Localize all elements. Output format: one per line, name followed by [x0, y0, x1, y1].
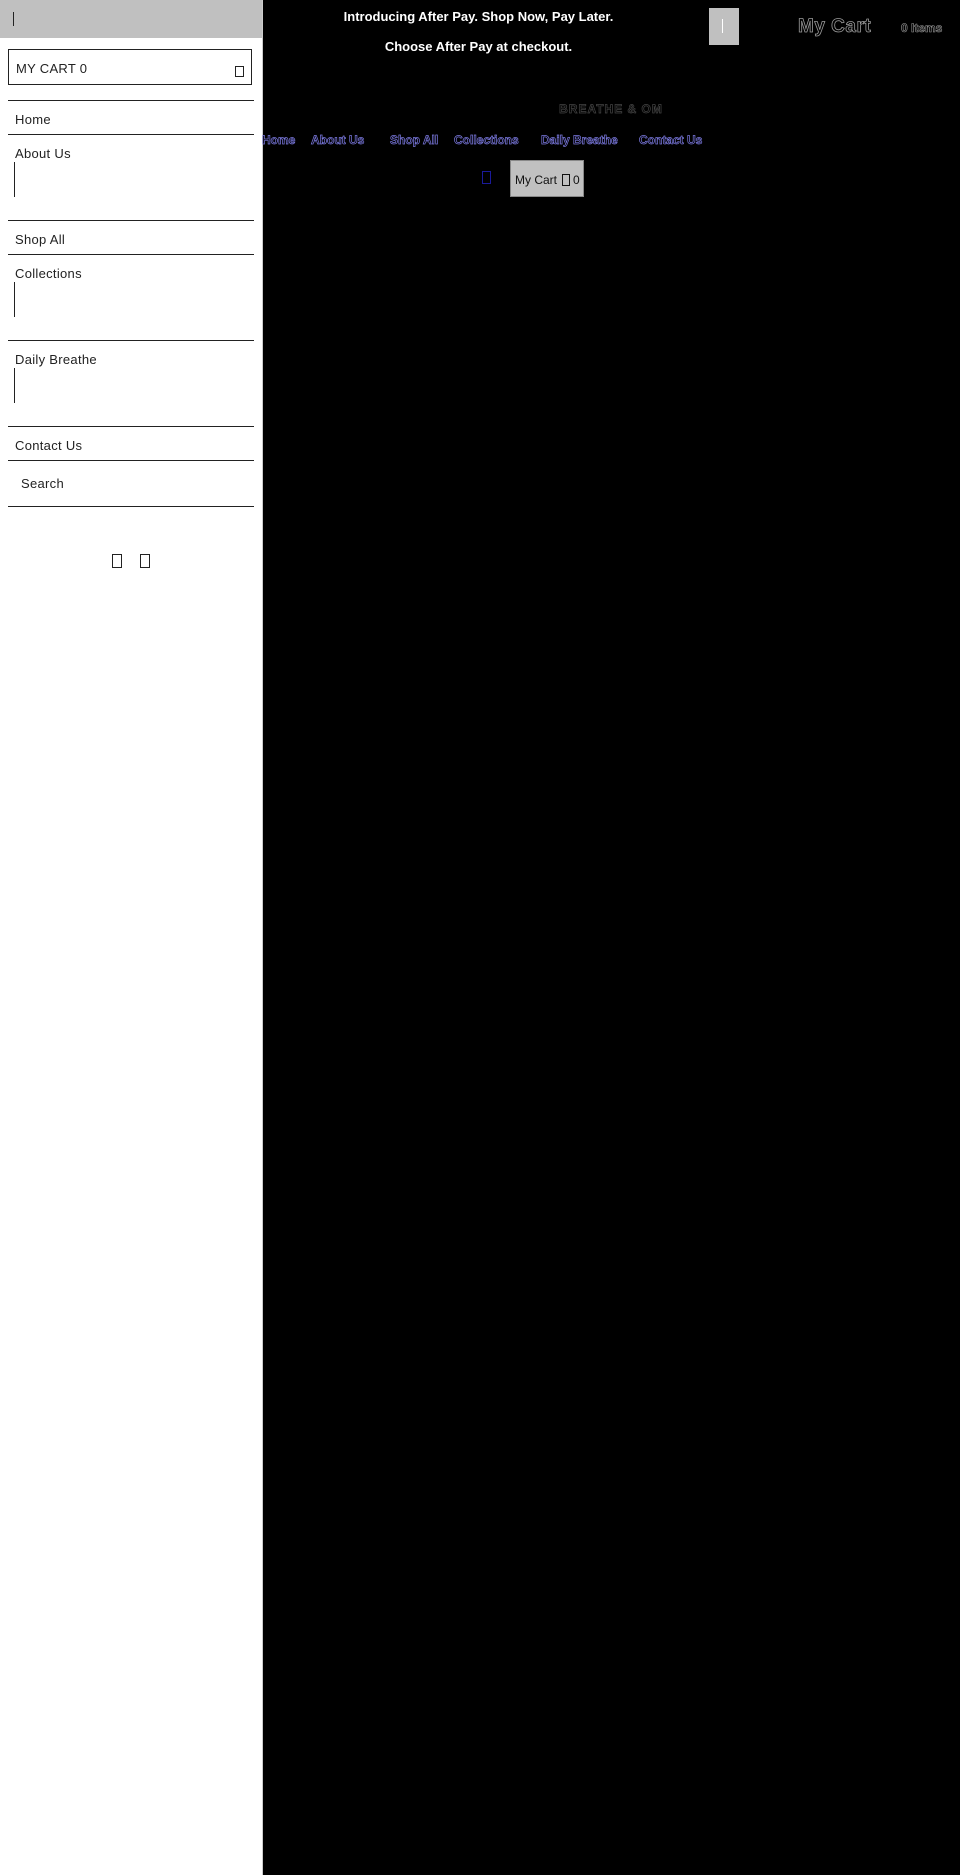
mobile-menu-drawer: MY CART 0 Home About Us Shop All Collect…: [0, 0, 263, 1875]
drawer-item-label: Home: [15, 112, 51, 127]
announcement-line-1: Introducing After Pay. Shop Now, Pay Lat…: [343, 9, 614, 24]
search-icon[interactable]: [482, 171, 491, 184]
instagram-icon[interactable]: [140, 554, 150, 568]
cart-item-count: 0 Items: [901, 21, 943, 36]
drawer-item-home[interactable]: Home: [8, 100, 254, 134]
drawer-item-label: About Us: [15, 146, 71, 161]
cart-button-count: 0: [573, 173, 580, 187]
drawer-item-label: Collections: [15, 266, 82, 281]
announcement-line-2: Choose After Pay at checkout.: [384, 39, 573, 54]
submenu-toggle[interactable]: [14, 282, 15, 317]
drawer-item-label: Daily Breathe: [15, 352, 97, 367]
nav-home[interactable]: Home: [262, 133, 296, 148]
nav-collections[interactable]: Collections: [454, 133, 519, 148]
drawer-item-contact-us[interactable]: Contact Us: [8, 426, 254, 460]
drawer-nav: Home About Us Shop All Collections Daily…: [8, 100, 254, 460]
search-label: Search: [21, 476, 64, 491]
submenu-toggle[interactable]: [14, 162, 15, 197]
nav-daily-breathe[interactable]: Daily Breathe: [541, 133, 618, 148]
nav-shop-all[interactable]: Shop All: [390, 133, 439, 148]
drawer-item-label: Contact Us: [15, 438, 83, 453]
brand-logo[interactable]: BREATHE & OM: [262, 102, 960, 117]
drawer-header: [0, 0, 262, 38]
cart-button[interactable]: My Cart 0: [510, 160, 584, 197]
nav-contact-us[interactable]: Contact Us: [639, 133, 703, 148]
drawer-cart-link[interactable]: MY CART 0: [8, 49, 252, 85]
drawer-cart-label: MY CART 0: [16, 61, 88, 76]
bag-icon: [562, 174, 570, 186]
bag-icon: [235, 66, 244, 77]
drawer-search[interactable]: Search: [8, 460, 254, 507]
nav-about-us[interactable]: About Us: [311, 133, 365, 148]
cart-button-label: My Cart: [515, 173, 557, 187]
drawer-item-label: Shop All: [15, 232, 66, 247]
menu-button[interactable]: [709, 8, 739, 45]
menu-icon: [722, 19, 723, 33]
close-icon[interactable]: [13, 12, 14, 26]
submenu-toggle[interactable]: [14, 368, 15, 403]
facebook-icon[interactable]: [112, 554, 122, 568]
drawer-item-about-us[interactable]: About Us: [8, 134, 254, 220]
drawer-item-collections[interactable]: Collections: [8, 254, 254, 340]
drawer-item-daily-breathe[interactable]: Daily Breathe: [8, 340, 254, 426]
drawer-item-shop-all[interactable]: Shop All: [8, 220, 254, 254]
cart-title: My Cart: [798, 16, 872, 38]
